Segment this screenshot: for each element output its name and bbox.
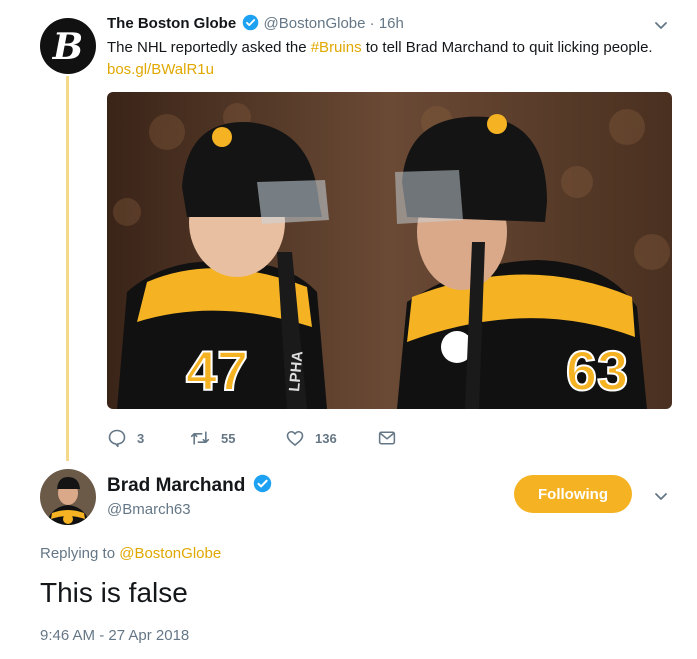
retweet-action[interactable]: 55 xyxy=(189,428,285,448)
players-image: 47 LPHA 63 xyxy=(107,92,672,409)
message-icon xyxy=(378,431,396,445)
url-link[interactable]: bos.gl/BWalR1u xyxy=(107,61,214,78)
parent-tweet-header: The Boston Globe @BostonGlobe · 16h xyxy=(107,14,404,32)
stick-text: LPHA xyxy=(286,350,307,392)
brad-marchand-avatar[interactable] xyxy=(40,469,96,525)
reply-action[interactable]: 3 xyxy=(107,428,189,448)
jersey-left-number: 47 xyxy=(186,339,248,402)
retweet-count: 55 xyxy=(221,430,236,446)
author-name[interactable]: The Boston Globe xyxy=(107,15,236,32)
globe-logo-icon: B xyxy=(52,26,83,68)
verified-icon xyxy=(253,474,271,493)
svg-text:B: B xyxy=(52,26,83,68)
chevron-down-icon[interactable] xyxy=(653,17,669,33)
replying-handle-link[interactable]: @BostonGlobe xyxy=(119,545,221,562)
tweet-text-part: to tell Brad Marchand to quit licking pe… xyxy=(361,39,653,56)
verified-icon xyxy=(243,14,259,31)
reply-author-handle[interactable]: @Bmarch63 xyxy=(107,501,191,518)
retweet-icon xyxy=(190,431,210,445)
reply-count: 3 xyxy=(137,430,145,446)
following-button[interactable]: Following xyxy=(514,475,632,513)
tweet-actions: 3 55 136 xyxy=(107,428,397,448)
tweet-text-part: The NHL reportedly asked the xyxy=(107,39,311,56)
reply-tweet-text: This is false xyxy=(40,577,188,608)
like-action[interactable]: 136 xyxy=(285,428,377,448)
boston-globe-avatar[interactable]: B xyxy=(40,18,96,74)
like-icon xyxy=(286,430,304,446)
hashtag-link[interactable]: #Bruins xyxy=(311,39,362,56)
replying-to: Replying to @BostonGlobe xyxy=(40,545,221,562)
reply-author-name: Brad Marchand xyxy=(107,474,272,497)
author-handle[interactable]: @BostonGlobe xyxy=(264,15,366,32)
tweet-timestamp[interactable]: 9:46 AM - 27 Apr 2018 xyxy=(40,627,189,644)
tweet-time[interactable]: 16h xyxy=(379,15,404,32)
dot-separator: · xyxy=(369,15,375,32)
message-action[interactable] xyxy=(377,429,397,447)
parent-tweet-text: The NHL reportedly asked the #Bruins to … xyxy=(107,37,662,81)
avatar-image xyxy=(40,469,96,525)
like-count: 136 xyxy=(315,430,337,446)
replying-prefix: Replying to xyxy=(40,545,120,562)
reply-icon xyxy=(108,429,126,448)
chevron-down-icon[interactable] xyxy=(653,488,669,504)
thread-connector-line xyxy=(66,76,69,461)
author-name[interactable]: Brad Marchand xyxy=(107,475,245,496)
tweet-photo[interactable]: 47 LPHA 63 xyxy=(107,92,672,409)
jersey-right-number: 63 xyxy=(566,339,628,402)
